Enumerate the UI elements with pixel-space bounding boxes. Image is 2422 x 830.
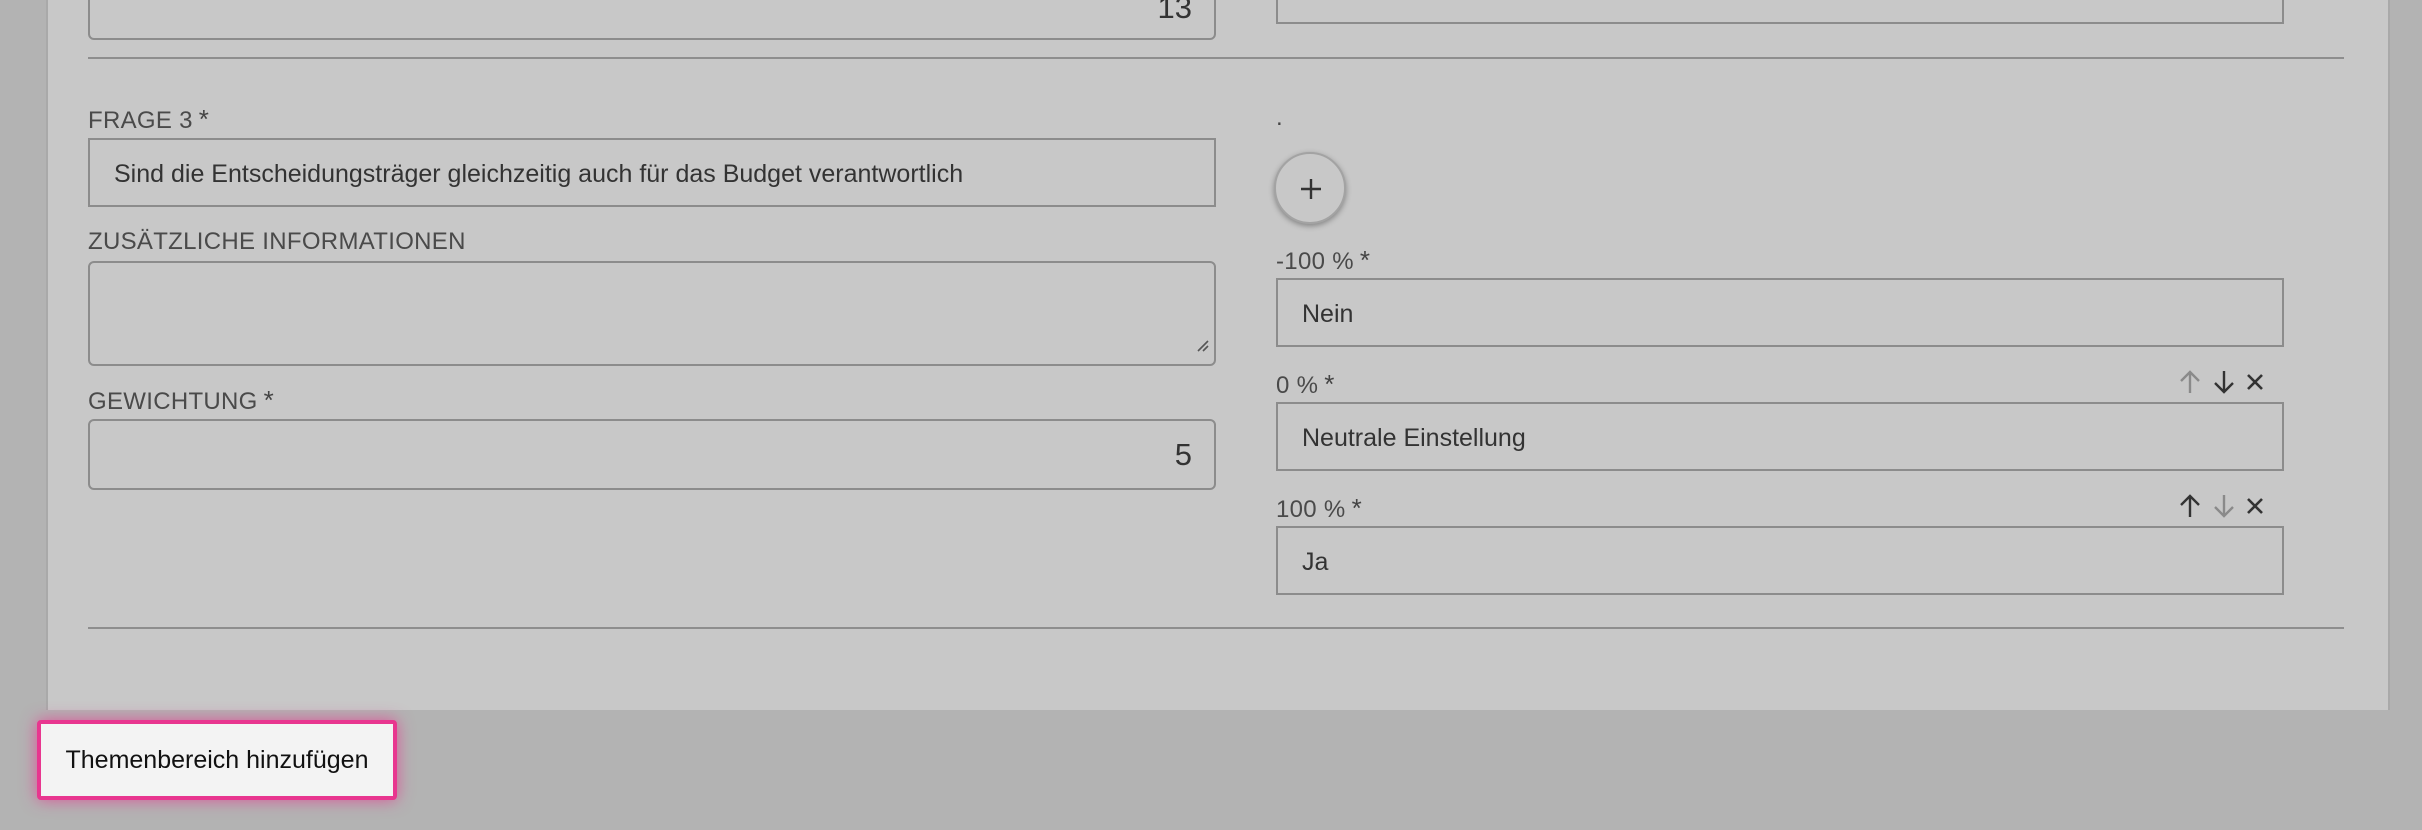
divider-bottom [88,627,2344,629]
required-marker: * [198,104,210,134]
answers-header: . [1276,104,1283,131]
question3-text-value: Sind die Entscheidungsträger gleichzeiti… [114,160,964,188]
previous-weight-value: 13 [1157,0,1192,25]
required-marker: * [1324,369,1335,399]
answer-input[interactable]: Ja [1276,526,2284,595]
move-up-icon[interactable] [2178,369,2202,395]
remove-answer-icon[interactable] [2245,372,2265,392]
answer-percent-text: 0 % [1276,372,1319,399]
answer-text: Neutrale Einstellung [1302,424,1526,452]
weight-label-text: GEWICHTUNG [88,388,258,415]
required-marker: * [1351,493,1362,523]
weight-value: 5 [1174,437,1192,472]
answer-input[interactable]: Nein [1276,278,2284,347]
answer-percent-label: 0 % * [1276,369,1335,400]
answer-input[interactable]: Neutrale Einstellung [1276,402,2284,471]
question3-text-input[interactable]: Sind die Entscheidungsträger gleichzeiti… [88,138,1216,207]
question3-label-text: FRAGE 3 [88,107,193,134]
answer-percent-text: -100 % [1276,248,1354,275]
answer-text: Ja [1302,548,1329,576]
answer-text: Nein [1302,300,1354,328]
add-answer-button[interactable] [1274,152,1346,224]
resize-handle-icon[interactable] [1194,331,1210,360]
additional-info-textarea[interactable] [88,261,1216,366]
weight-input[interactable]: 5 [88,419,1216,490]
previous-weight-input[interactable]: 13 [88,0,1216,40]
move-down-icon[interactable] [2212,493,2236,519]
add-topic-button[interactable]: Themenbereich hinzufügen [37,720,397,800]
required-marker: * [1359,245,1371,275]
required-marker: * [263,385,275,415]
divider-top [88,57,2344,59]
move-down-icon[interactable] [2212,369,2236,395]
question3-label: FRAGE 3 * [88,104,209,135]
additional-info-label: ZUSÄTZLICHE INFORMATIONEN [88,228,466,255]
remove-answer-icon[interactable] [2245,496,2265,516]
plus-icon [1301,179,1321,199]
answer-percent-label: 100 % * [1276,493,1362,524]
previous-answer-input[interactable] [1276,0,2284,24]
move-up-icon[interactable] [2178,493,2202,519]
answer-percent-text: 100 % [1276,496,1346,523]
weight-label: GEWICHTUNG * [88,385,274,416]
answer-percent-label: -100 % * [1276,245,1370,276]
add-topic-label: Themenbereich hinzufügen [65,746,369,774]
